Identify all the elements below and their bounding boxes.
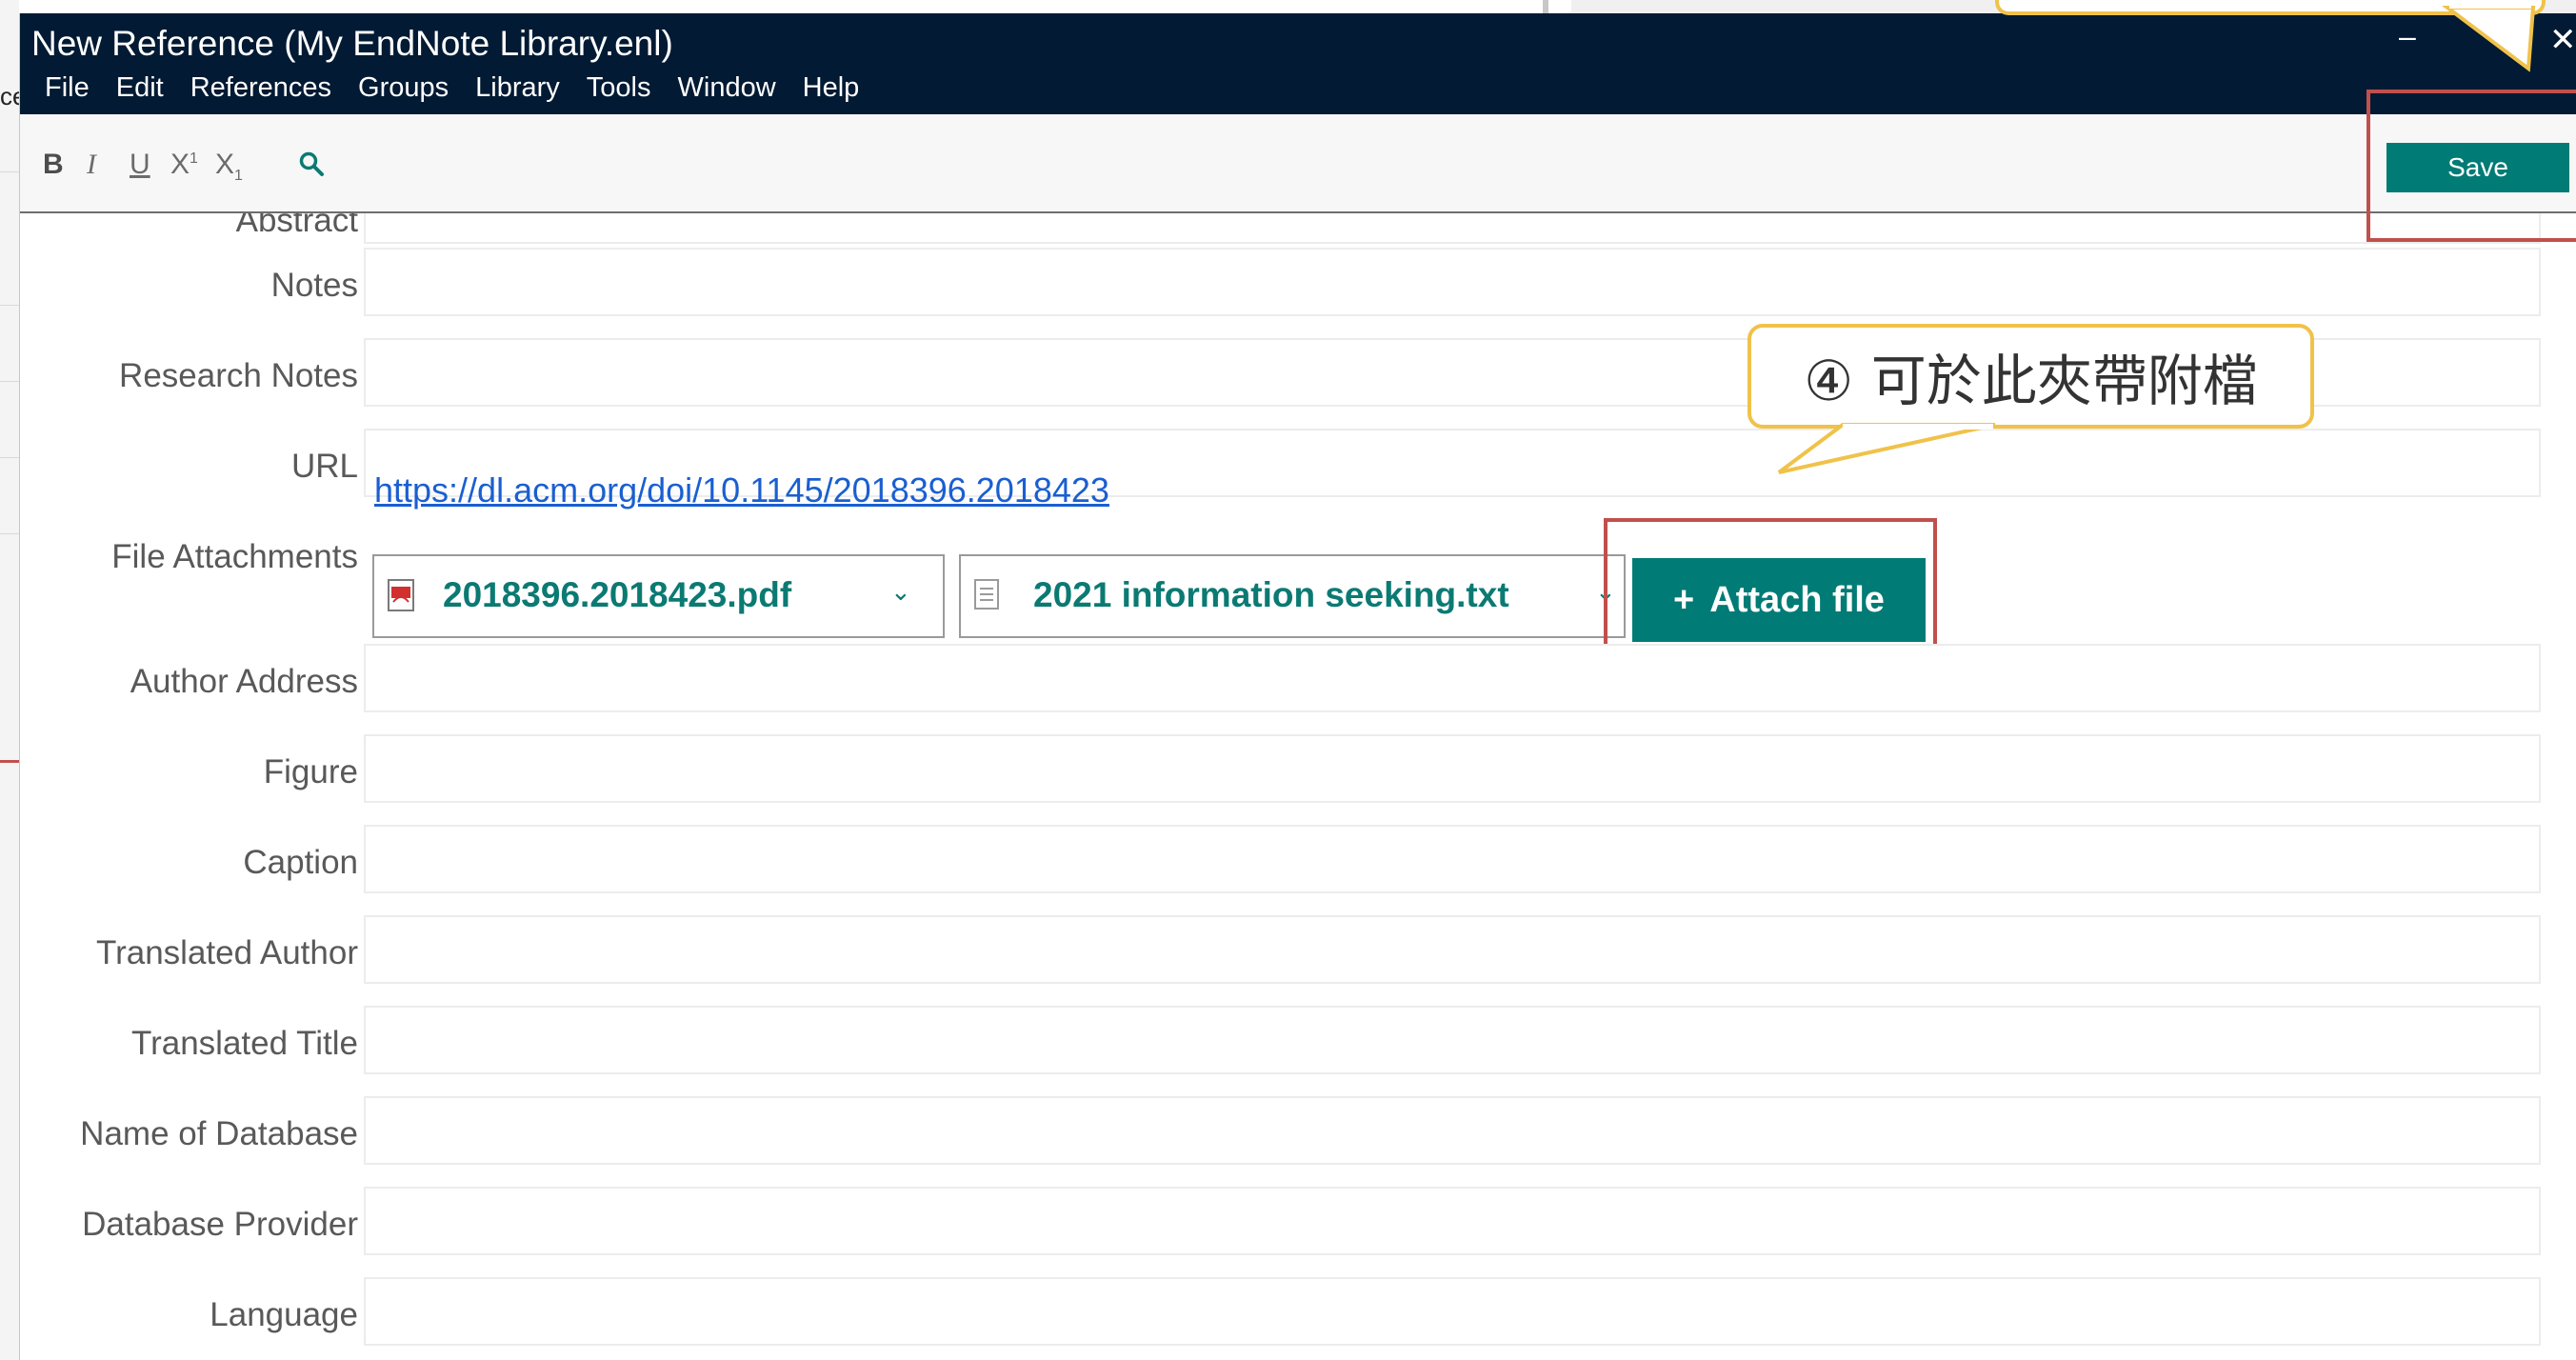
attachment-dropdown-txt[interactable]: 2021 information seeking.txt ⌄ [959, 554, 1626, 638]
field-translated-title[interactable] [364, 1006, 2541, 1074]
superscript-label: X [170, 149, 190, 180]
menu-edit[interactable]: Edit [116, 70, 177, 107]
italic-button[interactable]: I [87, 150, 96, 179]
field-label-caption: Caption [243, 844, 358, 881]
attachment-name-txt: 2021 information seeking.txt [1033, 575, 1509, 614]
new-reference-window: New Reference (My EndNote Library.enl) –… [19, 13, 2576, 1360]
field-label-translated-author: Translated Author [96, 934, 358, 971]
bold-button[interactable]: B [43, 150, 64, 179]
field-label-research-notes: Research Notes [119, 357, 358, 394]
menu-file[interactable]: File [45, 70, 103, 107]
field-label-url: URL [290, 448, 358, 485]
minimize-button[interactable]: – [2399, 19, 2416, 54]
callout-top-fragment [1995, 0, 2546, 15]
save-highlight [2366, 90, 2576, 242]
field-language[interactable] [364, 1277, 2541, 1346]
attachment-dropdown-pdf[interactable]: 2018396.2018423.pdf ⌄ [372, 554, 945, 638]
background-window [0, 0, 19, 1360]
field-database-provider[interactable] [364, 1187, 2541, 1255]
field-label-name-of-database: Name of Database [80, 1115, 358, 1152]
text-file-icon [974, 579, 999, 610]
field-notes[interactable] [364, 248, 2541, 316]
background-highlight-fragment [0, 760, 19, 763]
background-divider [1543, 0, 1548, 13]
field-figure[interactable] [364, 734, 2541, 803]
attachment-name-pdf: 2018396.2018423.pdf [443, 575, 792, 614]
field-label-language: Language [210, 1296, 358, 1333]
menu-bar: File Edit References Groups Library Tool… [45, 70, 886, 107]
field-label-author-address: Author Address [130, 663, 358, 700]
menu-library[interactable]: Library [475, 70, 573, 107]
field-label-figure: Figure [263, 753, 358, 790]
window-title: New Reference (My EndNote Library.enl) [31, 24, 673, 63]
subscript-label: X [215, 149, 235, 180]
field-label-database-provider: Database Provider [82, 1206, 358, 1243]
field-abstract[interactable] [364, 213, 2541, 244]
menu-groups[interactable]: Groups [358, 70, 462, 107]
menu-references[interactable]: References [190, 70, 345, 107]
annotation-callout-4: ④ 可於此夾帶附檔 [1747, 324, 2314, 429]
field-translated-author[interactable] [364, 915, 2541, 984]
underline-button[interactable]: U [130, 150, 150, 179]
field-label-file-attachments: File Attachments [111, 538, 358, 575]
close-button[interactable]: ✕ [2549, 21, 2576, 59]
field-caption[interactable] [364, 825, 2541, 893]
menu-help[interactable]: Help [803, 70, 873, 107]
menu-tools[interactable]: Tools [587, 70, 665, 107]
subscript-button[interactable]: X1 [215, 150, 243, 184]
field-name-of-database[interactable] [364, 1096, 2541, 1165]
title-bar: New Reference (My EndNote Library.enl) –… [20, 13, 2576, 114]
chevron-down-icon[interactable]: ⌄ [890, 577, 911, 607]
superscript-button[interactable]: X1 [170, 150, 198, 179]
formatting-toolbar: B I U X1 X1 Save [20, 114, 2576, 213]
menu-window[interactable]: Window [678, 70, 789, 107]
field-label-notes: Notes [270, 267, 358, 304]
url-link[interactable]: https://dl.acm.org/doi/10.1145/2018396.2… [374, 470, 1109, 510]
pdf-icon [388, 579, 414, 611]
search-icon[interactable] [298, 150, 325, 177]
field-label-abstract: Abstract [235, 213, 358, 239]
field-author-address[interactable] [364, 644, 2541, 712]
field-label-translated-title: Translated Title [131, 1025, 358, 1062]
